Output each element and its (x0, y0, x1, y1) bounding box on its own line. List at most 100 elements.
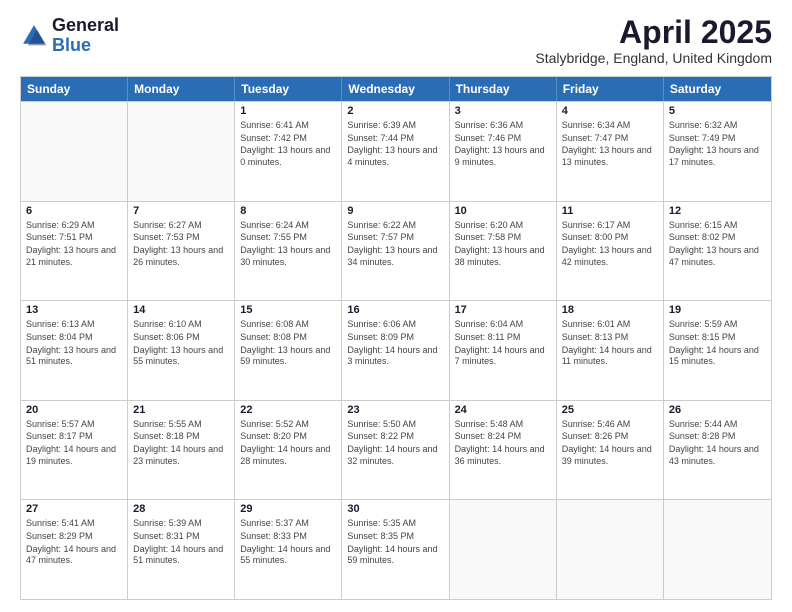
sunset-text: Sunset: 8:13 PM (562, 332, 658, 344)
sunrise-text: Sunrise: 5:50 AM (347, 419, 443, 431)
sunrise-text: Sunrise: 6:27 AM (133, 220, 229, 232)
header-tuesday: Tuesday (235, 77, 342, 101)
sunrise-text: Sunrise: 5:46 AM (562, 419, 658, 431)
calendar-cell-r2c6: 19Sunrise: 5:59 AMSunset: 8:15 PMDayligh… (664, 301, 771, 400)
sunrise-text: Sunrise: 5:52 AM (240, 419, 336, 431)
day-number: 29 (240, 503, 336, 515)
logo-general: General (52, 16, 119, 36)
sunrise-text: Sunrise: 6:08 AM (240, 319, 336, 331)
calendar-cell-r0c3: 2 Sunrise: 6:39 AMSunset: 7:44 PMDaylight… (342, 102, 449, 201)
calendar-cell-r3c2: 22Sunrise: 5:52 AMSunset: 8:20 PMDayligh… (235, 401, 342, 500)
sunrise-text: Sunrise: 6:22 AM (347, 220, 443, 232)
calendar-cell-r3c5: 25Sunrise: 5:46 AMSunset: 8:26 PMDayligh… (557, 401, 664, 500)
sunset-text: Sunset: 8:26 PM (562, 431, 658, 443)
day-number: 26 (669, 404, 766, 416)
daylight-text: Daylight: 14 hours and 59 minutes. (347, 544, 443, 567)
sunrise-text: Sunrise: 6:29 AM (26, 220, 122, 232)
sunset-text: Sunset: 8:22 PM (347, 431, 443, 443)
sunrise-text: Sunrise: 6:17 AM (562, 220, 658, 232)
sunset-text: Sunset: 8:28 PM (669, 431, 766, 443)
daylight-text: Daylight: 13 hours and 55 minutes. (133, 345, 229, 368)
calendar-cell-r3c4: 24Sunrise: 5:48 AMSunset: 8:24 PMDayligh… (450, 401, 557, 500)
sunrise-text: Sunrise: 6:15 AM (669, 220, 766, 232)
daylight-text: Daylight: 14 hours and 43 minutes. (669, 444, 766, 467)
calendar-cell-r2c1: 14Sunrise: 6:10 AMSunset: 8:06 PMDayligh… (128, 301, 235, 400)
calendar-cell-r4c3: 30Sunrise: 5:35 AMSunset: 8:35 PMDayligh… (342, 500, 449, 599)
calendar-cell-r0c6: 5Sunrise: 6:32 AMSunset: 7:49 PMDaylight… (664, 102, 771, 201)
sunrise-text: Sunrise: 5:39 AM (133, 518, 229, 530)
sunset-text: Sunset: 7:44 PM (347, 133, 443, 145)
sunrise-text: Sunrise: 5:57 AM (26, 419, 122, 431)
sunrise-text: Sunrise: 6:34 AM (562, 120, 658, 132)
day-number: 11 (562, 205, 658, 217)
header-monday: Monday (128, 77, 235, 101)
calendar-row-2: 13Sunrise: 6:13 AMSunset: 8:04 PMDayligh… (21, 300, 771, 400)
day-number: 24 (455, 404, 551, 416)
day-number: 4 (562, 105, 658, 117)
day-number: 8 (240, 205, 336, 217)
sunrise-text: Sunrise: 6:24 AM (240, 220, 336, 232)
sunrise-text: Sunrise: 6:10 AM (133, 319, 229, 331)
daylight-text: Daylight: 14 hours and 15 minutes. (669, 345, 766, 368)
day-number: 27 (26, 503, 122, 515)
calendar-row-3: 20Sunrise: 5:57 AMSunset: 8:17 PMDayligh… (21, 400, 771, 500)
day-number: 16 (347, 304, 443, 316)
daylight-text: Daylight: 13 hours and 4 minutes. (347, 145, 443, 168)
sunset-text: Sunset: 8:18 PM (133, 431, 229, 443)
day-number: 1 (240, 105, 336, 117)
sunset-text: Sunset: 7:55 PM (240, 232, 336, 244)
sunset-text: Sunset: 7:49 PM (669, 133, 766, 145)
day-number: 21 (133, 404, 229, 416)
sunset-text: Sunset: 8:11 PM (455, 332, 551, 344)
calendar: Sunday Monday Tuesday Wednesday Thursday… (20, 76, 772, 600)
sunrise-text: Sunrise: 5:55 AM (133, 419, 229, 431)
sunrise-text: Sunrise: 6:04 AM (455, 319, 551, 331)
daylight-text: Daylight: 13 hours and 9 minutes. (455, 145, 551, 168)
day-number: 18 (562, 304, 658, 316)
calendar-cell-r0c1 (128, 102, 235, 201)
logo-blue: Blue (52, 36, 119, 56)
calendar-row-1: 6Sunrise: 6:29 AMSunset: 7:51 PMDaylight… (21, 201, 771, 301)
sunrise-text: Sunrise: 5:41 AM (26, 518, 122, 530)
day-number: 19 (669, 304, 766, 316)
day-number: 7 (133, 205, 229, 217)
daylight-text: Daylight: 13 hours and 59 minutes. (240, 345, 336, 368)
header-thursday: Thursday (450, 77, 557, 101)
sunset-text: Sunset: 8:31 PM (133, 531, 229, 543)
day-number: 2 (347, 105, 443, 117)
daylight-text: Daylight: 13 hours and 51 minutes. (26, 345, 122, 368)
sunrise-text: Sunrise: 6:32 AM (669, 120, 766, 132)
sunset-text: Sunset: 7:42 PM (240, 133, 336, 145)
daylight-text: Daylight: 13 hours and 47 minutes. (669, 245, 766, 268)
day-number: 23 (347, 404, 443, 416)
daylight-text: Daylight: 13 hours and 0 minutes. (240, 145, 336, 168)
day-number: 14 (133, 304, 229, 316)
sunrise-text: Sunrise: 6:39 AM (347, 120, 443, 132)
calendar-cell-r4c5 (557, 500, 664, 599)
sunrise-text: Sunrise: 5:37 AM (240, 518, 336, 530)
calendar-cell-r3c0: 20Sunrise: 5:57 AMSunset: 8:17 PMDayligh… (21, 401, 128, 500)
calendar-cell-r1c2: 8Sunrise: 6:24 AMSunset: 7:55 PMDaylight… (235, 202, 342, 301)
day-number: 15 (240, 304, 336, 316)
month-year: April 2025 (535, 16, 772, 48)
calendar-cell-r4c6 (664, 500, 771, 599)
sunset-text: Sunset: 8:08 PM (240, 332, 336, 344)
calendar-header: Sunday Monday Tuesday Wednesday Thursday… (21, 77, 771, 101)
sunset-text: Sunset: 7:53 PM (133, 232, 229, 244)
day-number: 20 (26, 404, 122, 416)
calendar-cell-r4c0: 27Sunrise: 5:41 AMSunset: 8:29 PMDayligh… (21, 500, 128, 599)
daylight-text: Daylight: 13 hours and 21 minutes. (26, 245, 122, 268)
page: General Blue April 2025 Stalybridge, Eng… (0, 0, 792, 612)
calendar-cell-r1c0: 6Sunrise: 6:29 AMSunset: 7:51 PMDaylight… (21, 202, 128, 301)
logo-text: General Blue (52, 16, 119, 56)
calendar-row-0: 1Sunrise: 6:41 AMSunset: 7:42 PMDaylight… (21, 101, 771, 201)
sunrise-text: Sunrise: 6:41 AM (240, 120, 336, 132)
calendar-cell-r2c3: 16Sunrise: 6:06 AMSunset: 8:09 PMDayligh… (342, 301, 449, 400)
sunset-text: Sunset: 8:15 PM (669, 332, 766, 344)
header: General Blue April 2025 Stalybridge, Eng… (20, 16, 772, 66)
sunrise-text: Sunrise: 5:44 AM (669, 419, 766, 431)
sunset-text: Sunset: 8:04 PM (26, 332, 122, 344)
day-number: 12 (669, 205, 766, 217)
calendar-row-4: 27Sunrise: 5:41 AMSunset: 8:29 PMDayligh… (21, 499, 771, 599)
daylight-text: Daylight: 14 hours and 51 minutes. (133, 544, 229, 567)
